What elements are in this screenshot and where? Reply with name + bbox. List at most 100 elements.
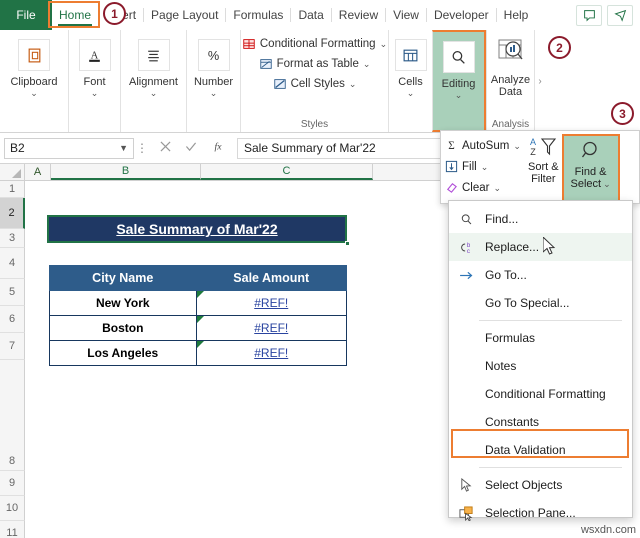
chevron-down-icon[interactable]: ⌄ — [455, 91, 463, 100]
analyze-data-icon[interactable] — [497, 38, 525, 69]
menu-item-conditional-formatting[interactable]: Conditional Formatting — [449, 380, 632, 408]
enter-icon[interactable] — [185, 139, 197, 157]
sort-filter-button[interactable]: AZ Sort & Filter — [525, 134, 562, 203]
goto-arrow-icon — [455, 270, 477, 281]
menu-item-notes[interactable]: Notes — [449, 352, 632, 380]
chevron-down-icon[interactable]: ⌄ — [603, 180, 611, 189]
column-header-C[interactable]: C — [201, 164, 373, 180]
row-header-11[interactable]: 11 — [0, 521, 25, 538]
format-as-table-button[interactable]: Format as Table ⌄ — [259, 54, 371, 74]
chevron-down-icon[interactable]: ⌄ — [150, 89, 158, 98]
tab-developer[interactable]: Developer — [427, 0, 496, 30]
find-select-button[interactable]: Find & Select ⌄ — [561, 134, 620, 204]
cell-sale-amount[interactable]: #REF! — [195, 290, 347, 316]
column-header-B[interactable]: B — [51, 164, 201, 180]
menu-item-replace[interactable]: b c Replace... — [449, 233, 632, 261]
percent-icon[interactable]: % — [197, 39, 230, 71]
ribbon-group-clipboard[interactable]: Clipboard ⌄ — [0, 30, 68, 132]
menu-item-go-to-special[interactable]: Go To Special... — [449, 289, 632, 317]
row-header-10[interactable]: 10 — [0, 496, 25, 521]
tab-help[interactable]: Help — [497, 0, 536, 30]
menu-item-find[interactable]: Find... — [449, 205, 632, 233]
row-header-9[interactable]: 9 — [0, 471, 25, 496]
row-header-5[interactable]: 5 — [0, 279, 25, 306]
chevron-down-icon[interactable]: ⌄ — [493, 183, 501, 193]
tab-formulas[interactable]: Formulas — [226, 0, 290, 30]
share-icon[interactable] — [607, 4, 633, 26]
find-select-label-2: Select — [570, 178, 602, 190]
ribbon-group-alignment[interactable]: Alignment ⌄ — [120, 30, 186, 132]
fill-button[interactable]: Fill ⌄ — [445, 156, 521, 177]
menu-item-label: Constants — [485, 415, 540, 429]
callout-badge-1: 1 — [103, 2, 126, 25]
cell-b2-title[interactable]: Sale Summary of Mar'22 — [47, 215, 347, 243]
ribbon-group-editing[interactable]: Editing ⌄ — [432, 30, 486, 132]
tab-data[interactable]: Data — [291, 0, 330, 30]
clipboard-icon[interactable] — [18, 39, 50, 71]
column-header-A[interactable]: A — [25, 164, 51, 180]
autosum-button[interactable]: Σ AutoSum ⌄ — [445, 135, 521, 156]
sort-filter-icon: AZ — [528, 136, 558, 161]
chevron-down-icon[interactable]: ⌄ — [210, 89, 218, 98]
chevron-down-icon[interactable]: ⌄ — [363, 60, 371, 69]
menu-item-select-objects[interactable]: Select Objects — [449, 471, 632, 499]
fill-handle[interactable] — [345, 241, 350, 246]
alignment-icon[interactable] — [137, 39, 170, 71]
tab-view[interactable]: View — [386, 0, 426, 30]
tab-review[interactable]: Review — [332, 0, 385, 30]
chevron-down-icon[interactable]: ⌄ — [380, 40, 388, 49]
ribbon-group-number[interactable]: % Number ⌄ — [186, 30, 240, 132]
sort-filter-label-1: Sort & — [528, 161, 559, 173]
cancel-icon[interactable] — [160, 139, 171, 157]
menu-item-data-validation[interactable]: Data Validation — [449, 436, 632, 464]
menu-item-go-to[interactable]: Go To... — [449, 261, 632, 289]
chevron-down-icon[interactable]: ▼ — [119, 143, 128, 153]
cell-styles-button[interactable]: Cell Styles ⌄ — [273, 74, 357, 94]
formula-bar-grip[interactable]: ⋮ — [134, 141, 150, 155]
watermark: wsxdn.com — [580, 524, 636, 536]
cells-icon[interactable] — [394, 39, 427, 71]
select-all-corner[interactable] — [0, 164, 25, 180]
ribbon-group-cells[interactable]: Cells ⌄ — [388, 30, 432, 132]
chevron-down-icon[interactable]: ⌄ — [349, 80, 357, 89]
ribbon-right-buttons — [576, 0, 640, 30]
menu-item-selection-pane[interactable]: Selection Pane... — [449, 499, 632, 527]
fx-icon[interactable]: fx — [211, 139, 225, 157]
chevron-down-icon[interactable]: ⌄ — [513, 141, 521, 151]
name-box[interactable]: B2 ▼ — [4, 137, 134, 159]
magnifier-icon[interactable] — [442, 41, 475, 73]
table-header-amount: Sale Amount — [195, 265, 347, 291]
tab-file[interactable]: File — [0, 0, 52, 30]
ribbon-group-font[interactable]: A Font ⌄ — [68, 30, 120, 132]
ribbon-group-analysis[interactable]: Analyze Data Analysis — [486, 30, 534, 132]
row-header-7[interactable]: 7 — [0, 333, 25, 360]
tab-page-layout[interactable]: Page Layout — [144, 0, 225, 30]
chevron-down-icon[interactable]: ⌄ — [30, 89, 38, 98]
row-header-4[interactable]: 4 — [0, 248, 25, 279]
row-header-6[interactable]: 6 — [0, 306, 25, 333]
cell-sale-amount[interactable]: #REF! — [195, 315, 347, 341]
cell-city-name[interactable]: Boston — [49, 315, 197, 341]
svg-text:c: c — [467, 247, 470, 253]
cell-city-name[interactable]: New York — [49, 290, 197, 316]
cell-sale-amount[interactable]: #REF! — [195, 340, 347, 366]
chevron-down-icon[interactable]: ⌄ — [407, 89, 415, 98]
row-header-1[interactable]: 1 — [0, 181, 25, 198]
comment-icon[interactable] — [576, 4, 602, 26]
font-icon[interactable]: A — [78, 39, 111, 71]
menu-item-formulas[interactable]: Formulas — [449, 324, 632, 352]
ribbon-expander-icon[interactable]: › — [534, 30, 545, 132]
ribbon-group-editing-label: Editing — [441, 78, 476, 90]
row-header-3[interactable]: 3 — [0, 229, 25, 248]
row-header-8[interactable]: 8 — [0, 451, 25, 471]
table-row: Los Angeles #REF! — [49, 340, 347, 366]
table-header-city: City Name — [49, 265, 197, 291]
cell-city-name[interactable]: Los Angeles — [49, 340, 197, 366]
clear-button[interactable]: Clear ⌄ — [445, 177, 521, 198]
conditional-formatting-button[interactable]: Conditional Formatting ⌄ — [242, 34, 387, 54]
menu-item-constants[interactable]: Constants — [449, 408, 632, 436]
chevron-down-icon[interactable]: ⌄ — [91, 89, 99, 98]
row-header-2[interactable]: 2 — [0, 198, 25, 229]
chevron-down-icon[interactable]: ⌄ — [481, 162, 489, 172]
row-header-gap — [0, 360, 25, 451]
